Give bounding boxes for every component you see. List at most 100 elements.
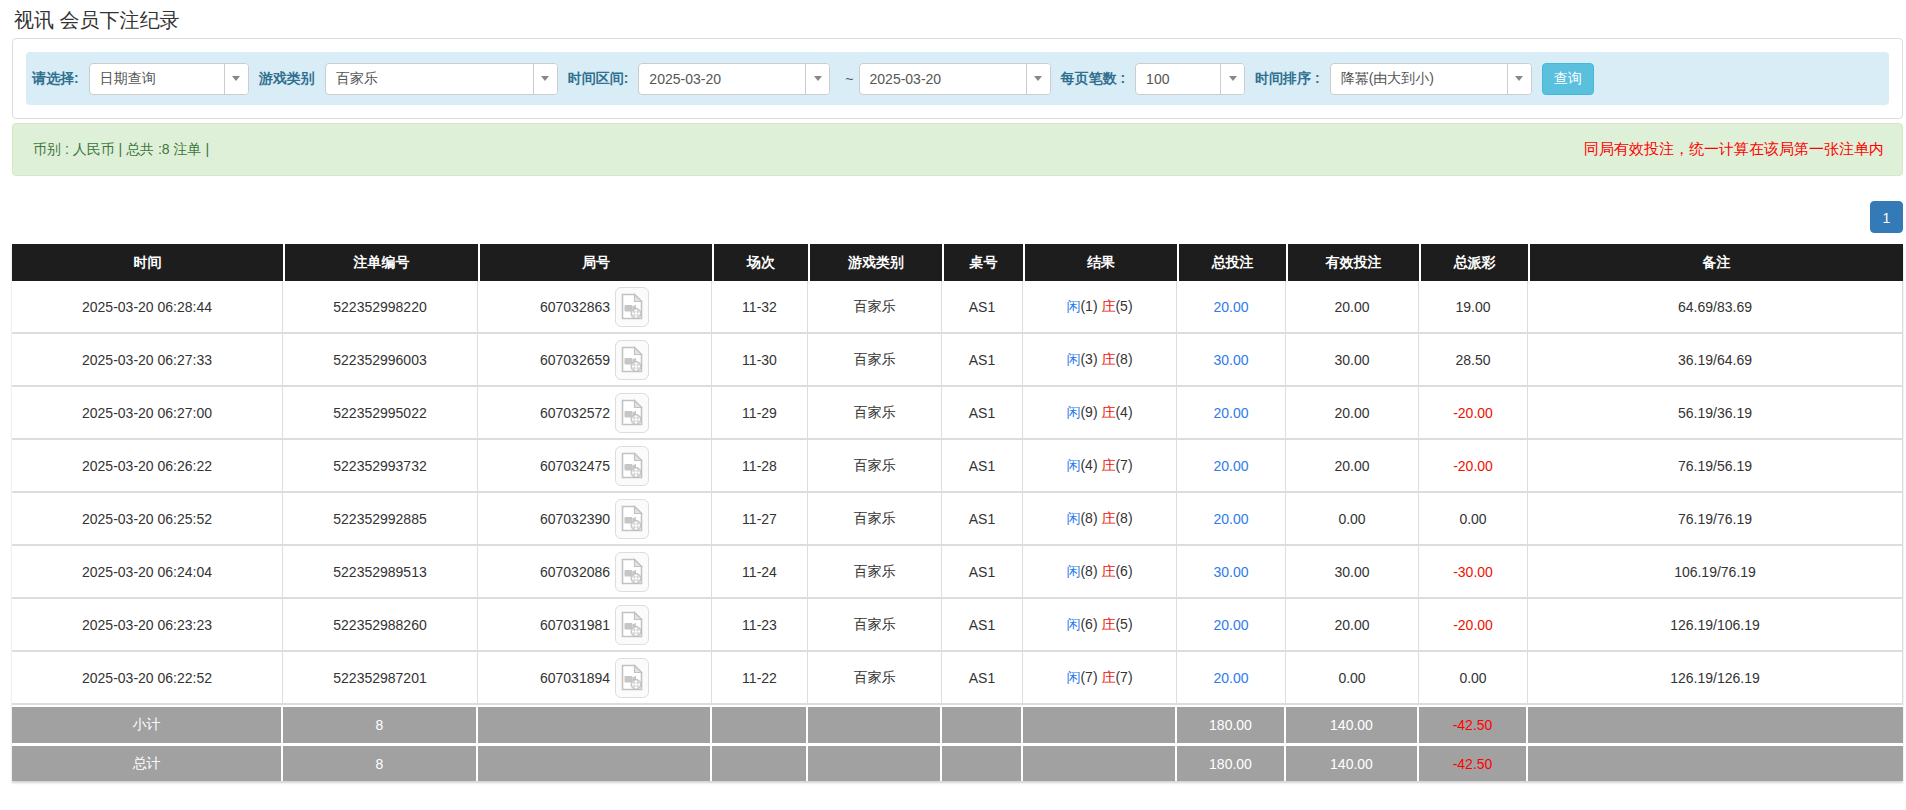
cell-game: 百家乐 xyxy=(808,599,942,652)
video-replay-button[interactable] xyxy=(615,340,649,380)
cell-total-bet: 30.00 xyxy=(1177,546,1286,599)
round-id-text: 607032659 xyxy=(540,352,610,368)
video-replay-button[interactable] xyxy=(615,605,649,645)
summary-valid-bet: 140.00 xyxy=(1286,705,1419,743)
total-bet-link[interactable]: 20.00 xyxy=(1213,511,1248,527)
column-header-6: 结果 xyxy=(1023,244,1177,281)
tilde-separator: ~ xyxy=(845,71,853,87)
page-1-button[interactable]: 1 xyxy=(1870,201,1903,233)
banker-label: 庄 xyxy=(1101,510,1115,526)
summary-count: 8 xyxy=(283,743,478,781)
cell-round-id: 607032475 xyxy=(478,440,712,493)
cell-session: 11-23 xyxy=(712,599,808,652)
banker-label: 庄 xyxy=(1101,616,1115,632)
video-file-icon xyxy=(621,399,643,426)
column-header-5: 桌号 xyxy=(942,244,1023,281)
sort-order-value: 降冪(由大到小) xyxy=(1331,64,1507,94)
cell-payout: -20.00 xyxy=(1419,599,1528,652)
cell-table-no: AS1 xyxy=(942,599,1023,652)
time-range-label: 时间区间: xyxy=(568,70,629,88)
cell-payout: 0.00 xyxy=(1419,652,1528,705)
banker-label: 庄 xyxy=(1101,298,1115,314)
total-bet-link[interactable]: 20.00 xyxy=(1213,670,1248,686)
page-size-select[interactable]: 100 xyxy=(1135,63,1245,95)
cell-valid-bet: 20.00 xyxy=(1286,387,1419,440)
cell-total-bet: 20.00 xyxy=(1177,440,1286,493)
bet-records-table-wrap: 时间注单编号局号场次游戏类别桌号结果总投注有效投注总派彩备注 2025-03-2… xyxy=(12,244,1903,781)
summary-bar: 币别 : 人民币 | 总共 :8 注单 | 同局有效投注，统一计算在该局第一张注… xyxy=(12,123,1903,176)
total-bet-link[interactable]: 20.00 xyxy=(1213,458,1248,474)
chevron-down-icon xyxy=(533,64,557,94)
cell-game: 百家乐 xyxy=(808,440,942,493)
cell-table-no: AS1 xyxy=(942,387,1023,440)
summary-label: 总计 xyxy=(12,743,283,781)
video-replay-button[interactable] xyxy=(615,552,649,592)
player-label: 闲 xyxy=(1066,563,1080,579)
cell-time: 2025-03-20 06:27:00 xyxy=(12,387,283,440)
cell-round-id: 607032086 xyxy=(478,546,712,599)
table-row: 2025-03-20 06:23:23 522352988260 6070319… xyxy=(12,599,1903,652)
cell-bet-id: 522352996003 xyxy=(283,334,478,387)
summary-payout: -42.50 xyxy=(1419,743,1528,781)
table-header-row: 时间注单编号局号场次游戏类别桌号结果总投注有效投注总派彩备注 xyxy=(12,244,1903,281)
cell-payout: -20.00 xyxy=(1419,440,1528,493)
cell-result: 闲(9) 庄(4) xyxy=(1023,387,1177,440)
page-size-value: 100 xyxy=(1136,64,1220,94)
video-replay-button[interactable] xyxy=(615,446,649,486)
chevron-down-icon xyxy=(805,64,829,94)
query-type-select[interactable]: 日期查询 xyxy=(89,63,249,95)
cell-table-no: AS1 xyxy=(942,334,1023,387)
total-bet-link[interactable]: 20.00 xyxy=(1213,617,1248,633)
page-size-label: 每页笔数 : xyxy=(1061,70,1126,88)
banker-label: 庄 xyxy=(1101,563,1115,579)
video-replay-button[interactable] xyxy=(615,393,649,433)
cell-bet-id: 522352993732 xyxy=(283,440,478,493)
summary-valid-bet: 140.00 xyxy=(1286,743,1419,781)
cell-game: 百家乐 xyxy=(808,652,942,705)
pagination: 1 xyxy=(12,201,1903,233)
round-id-text: 607031894 xyxy=(540,670,610,686)
currency-summary-text: 币别 : 人民币 | 总共 :8 注单 | xyxy=(33,141,209,159)
table-row: 2025-03-20 06:25:52 522352992885 6070323… xyxy=(12,493,1903,546)
sort-order-select[interactable]: 降冪(由大到小) xyxy=(1330,63,1532,95)
cell-remark: 106.19/76.19 xyxy=(1528,546,1903,599)
cell-time: 2025-03-20 06:23:23 xyxy=(12,599,283,652)
cell-table-no: AS1 xyxy=(942,652,1023,705)
total-bet-link[interactable]: 20.00 xyxy=(1213,405,1248,421)
cell-total-bet: 20.00 xyxy=(1177,599,1286,652)
total-bet-link[interactable]: 30.00 xyxy=(1213,564,1248,580)
video-file-icon xyxy=(621,664,643,691)
cell-remark: 36.19/64.69 xyxy=(1528,334,1903,387)
date-from-select[interactable]: 2025-03-20 xyxy=(638,63,830,95)
video-replay-button[interactable] xyxy=(615,658,649,698)
cell-time: 2025-03-20 06:28:44 xyxy=(12,281,283,334)
column-header-0: 时间 xyxy=(12,244,283,281)
cell-total-bet: 20.00 xyxy=(1177,281,1286,334)
page-title: 视讯 会员下注纪录 xyxy=(12,0,1903,38)
cell-payout: 0.00 xyxy=(1419,493,1528,546)
cell-total-bet: 20.00 xyxy=(1177,652,1286,705)
total-bet-link[interactable]: 20.00 xyxy=(1213,299,1248,315)
table-row: 2025-03-20 06:28:44 522352998220 6070328… xyxy=(12,281,1903,334)
table-row: 2025-03-20 06:27:00 522352995022 6070325… xyxy=(12,387,1903,440)
total-bet-link[interactable]: 30.00 xyxy=(1213,352,1248,368)
cell-game: 百家乐 xyxy=(808,546,942,599)
date-from-value: 2025-03-20 xyxy=(639,64,805,94)
video-file-icon xyxy=(621,611,643,638)
chevron-down-icon xyxy=(1507,64,1531,94)
bet-records-table: 时间注单编号局号场次游戏类别桌号结果总投注有效投注总派彩备注 2025-03-2… xyxy=(12,244,1903,781)
query-button[interactable]: 查询 xyxy=(1542,63,1594,95)
video-replay-button[interactable] xyxy=(615,287,649,327)
table-row: 2025-03-20 06:22:52 522352987201 6070318… xyxy=(12,652,1903,705)
cell-valid-bet: 20.00 xyxy=(1286,599,1419,652)
cell-bet-id: 522352998220 xyxy=(283,281,478,334)
column-header-1: 注单编号 xyxy=(283,244,478,281)
chevron-down-icon xyxy=(1026,64,1050,94)
cell-bet-id: 522352992885 xyxy=(283,493,478,546)
date-to-select[interactable]: 2025-03-20 xyxy=(859,63,1051,95)
video-replay-button[interactable] xyxy=(615,499,649,539)
cell-total-bet: 30.00 xyxy=(1177,334,1286,387)
game-type-select[interactable]: 百家乐 xyxy=(325,63,558,95)
cell-result: 闲(7) 庄(7) xyxy=(1023,652,1177,705)
banker-label: 庄 xyxy=(1101,669,1115,685)
